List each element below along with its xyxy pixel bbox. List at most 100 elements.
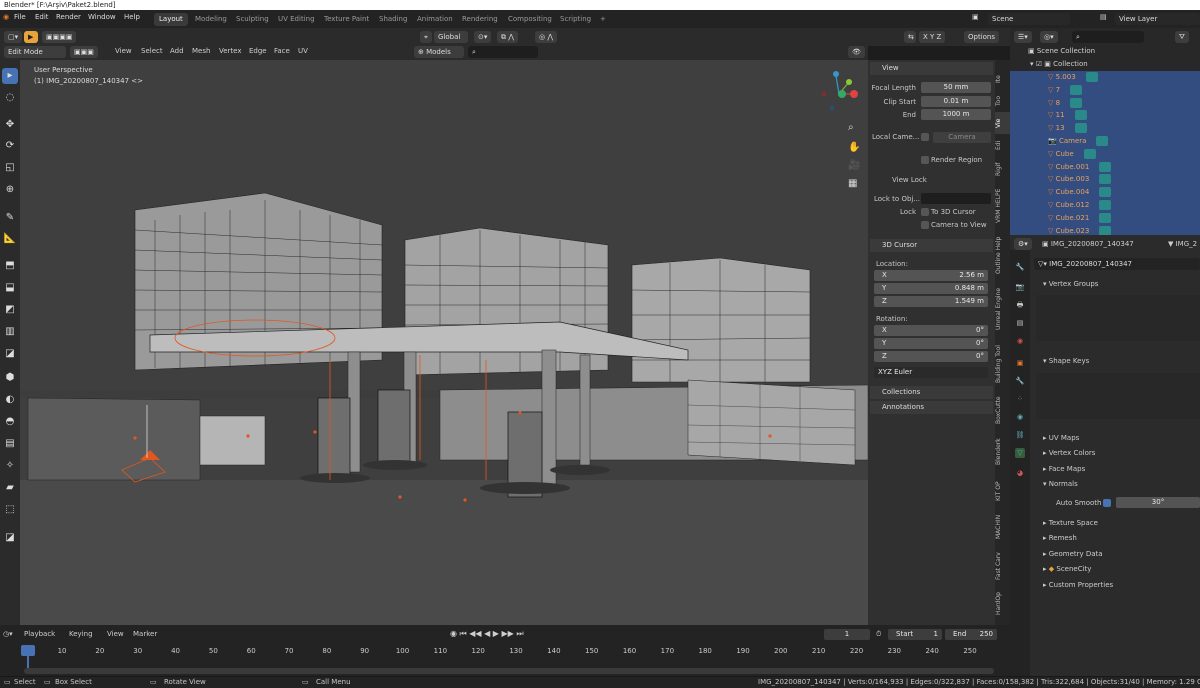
outliner-item[interactable]: 📷 Camera [1010,135,1200,148]
mesh-data-icon[interactable] [1099,174,1112,185]
tab-rendering[interactable]: Rendering [457,13,503,26]
tab-view[interactable]: Vie [995,112,1010,134]
menu-edge[interactable]: Edge [249,47,267,55]
tab-layout[interactable]: Layout [154,13,188,26]
tab-modeling[interactable]: Modeling [190,13,232,26]
to-3d-cursor-checkbox[interactable] [921,208,929,216]
outliner-item[interactable]: ▽ Cube.003 [1010,173,1200,187]
cursor-rot-z-field[interactable]: Z 0° [874,351,988,362]
lock-to-object-field[interactable] [921,193,991,204]
tab-texture-paint[interactable]: Texture Paint [319,13,374,26]
tab-scripting[interactable]: Scripting [555,13,596,26]
tab-tool[interactable]: Too [995,90,1010,112]
section-scenecity[interactable]: ▸ ◆ SceneCity [1030,562,1091,577]
tab-compositing[interactable]: Compositing [503,13,557,26]
shrink-tool-icon[interactable]: ✧ [2,458,18,474]
mesh-data-icon[interactable] [1074,123,1087,134]
tab-kitops[interactable]: KIT OP [995,474,1010,508]
cursor-x-field[interactable]: X 2.56 m [874,270,988,281]
display-mode-icon[interactable]: ◎▾ [1040,31,1058,43]
pivot-point-icon[interactable]: ⊙▾ [474,31,492,43]
rotation-mode-dropdown[interactable]: XYZ Euler [874,367,988,378]
scene-icon[interactable]: ▣ [972,13,979,21]
menu-render[interactable]: Render [56,13,81,21]
rotate-tool-icon[interactable]: ⟳ [2,138,18,154]
menu-uv[interactable]: UV [298,47,308,55]
auto-smooth-angle-field[interactable]: 30° [1116,497,1200,508]
outliner-search[interactable]: ⌕ [1072,31,1144,43]
playhead[interactable] [21,645,35,656]
orientation-dropdown[interactable]: Global [434,31,468,43]
bevel-tool-icon[interactable]: ◩ [2,302,18,318]
pivot-models-dropdown[interactable]: ⊕ Models [414,46,464,58]
collection-row[interactable]: ▾ ☑ ▣ Collection [1010,58,1200,71]
add-workspace-button[interactable]: + [595,13,611,26]
proportional-edit-icon[interactable]: ◎ ⋀ [535,31,558,43]
spin-tool-icon[interactable]: ◐ [2,392,18,408]
menu-mesh[interactable]: Mesh [192,47,210,55]
scene-tab-icon[interactable]: ◉ [1015,336,1025,346]
add-cube-tool-icon[interactable]: ◪ [2,530,18,546]
constraints-tab-icon[interactable]: ⛓ [1015,430,1025,440]
blender-logo-icon[interactable]: ◉ [3,13,9,21]
selection-mode-buttons[interactable]: ▣▣▣▣ [42,31,77,43]
navigation-gizmo[interactable] [814,66,864,116]
3d-viewport[interactable]: User Perspective (1) IMG_20200807_140347… [20,60,868,625]
tab-outline-helper[interactable]: Outline Help [995,230,1010,280]
outliner-item[interactable]: ▽ Cube.001 [1010,160,1200,174]
snap-icon[interactable]: ⧉ ⋀ [497,31,518,43]
menu-file[interactable]: File [14,13,26,21]
section-geometry-data[interactable]: ▸ Geometry Data [1030,547,1103,562]
tab-item[interactable]: Ite [995,68,1010,90]
tab-vrm-helper[interactable]: VRM HELPE [995,182,1010,230]
extrude-tool-icon[interactable]: ⬒ [2,258,18,274]
pan-hand-icon[interactable]: ✋ [848,142,860,153]
visibility-icon[interactable]: 👁 [848,46,865,58]
measure-tool-icon[interactable]: 📐 [2,231,18,247]
search-field[interactable]: ⌕ [468,46,538,58]
filter-icon[interactable]: ⛛ [1175,31,1189,43]
render-tab-icon[interactable]: 📷 [1015,282,1025,292]
timeline-scrollbar[interactable] [24,668,994,674]
menu-select[interactable]: Select [141,47,163,55]
mesh-data-icon[interactable] [1070,97,1083,108]
rip-tool-icon[interactable]: ⬚ [2,502,18,518]
tool-tab-icon[interactable]: 🔧 [1015,262,1025,272]
vertex-groups-list[interactable] [1036,295,1200,341]
scene-collection-row[interactable]: ▣ Scene Collection [1010,45,1200,58]
modifier-tab-icon[interactable]: 🔧 [1015,376,1025,386]
mesh-data-tab-icon[interactable]: ▽ [1015,448,1025,458]
inset-tool-icon[interactable]: ⬓ [2,280,18,296]
select-tool-icon[interactable]: ▸ [2,68,18,84]
scene-selector[interactable]: Scene [988,13,1070,25]
menu-edit[interactable]: Edit [35,13,49,21]
view-layer-icon[interactable]: ▤ [1100,13,1107,21]
mesh-data-icon[interactable] [1096,136,1109,146]
tab-rigify[interactable]: Rigif [995,156,1010,182]
mesh-data-icon[interactable] [1099,161,1112,172]
section-uv-maps[interactable]: ▸ UV Maps [1030,431,1079,446]
physics-tab-icon[interactable]: ◉ [1015,412,1025,422]
scale-tool-icon[interactable]: ◱ [2,160,18,176]
tab-blenderkit[interactable]: Blenderk [995,430,1010,474]
perspective-grid-icon[interactable]: ▦ [848,178,857,189]
cursor-y-field[interactable]: Y 0.848 m [874,283,988,294]
cursor-z-field[interactable]: Z 1.549 m [874,296,988,307]
outliner-item[interactable]: ▽ Cube.012 [1010,199,1200,212]
tab-hardops[interactable]: HardOp [995,586,1010,622]
section-shape-keys[interactable]: ▾ Shape Keys [1030,354,1089,369]
outliner-item[interactable]: ▽ Cube.021 [1010,211,1200,225]
outliner-item[interactable]: ▽ 11 [1010,109,1200,123]
view-section-header[interactable]: View [870,62,993,75]
poly-build-tool-icon[interactable]: ⬢ [2,370,18,386]
mesh-data-icon[interactable] [1099,200,1112,210]
menu-face[interactable]: Face [274,47,290,55]
menu-view[interactable]: View [115,47,132,55]
mesh-data-icon[interactable] [1099,187,1112,198]
move-tool-icon[interactable]: ✥ [2,117,18,133]
section-texture-space[interactable]: ▸ Texture Space [1030,516,1098,531]
edge-slide-tool-icon[interactable]: ▤ [2,436,18,452]
camera-view-icon[interactable]: 🎥 [848,160,860,171]
tab-fast-carve[interactable]: Fast Carv [995,546,1010,586]
outliner-item[interactable]: ▽ 7 [1010,83,1200,97]
